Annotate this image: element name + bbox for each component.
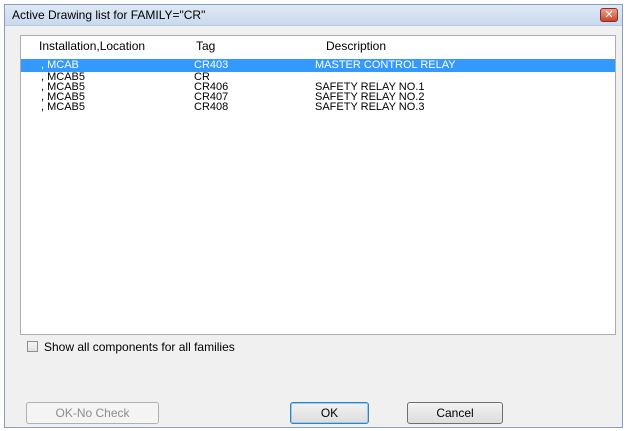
ok-button[interactable]: OK <box>290 402 369 424</box>
ok-no-check-button[interactable]: OK-No Check <box>26 402 159 424</box>
list-header: Installation,Location Tag Description <box>21 36 615 58</box>
table-row[interactable]: , MCAB CR403 MASTER CONTROL RELAY <box>21 59 615 72</box>
row-description: SAFETY RELAY NO.3 <box>315 101 425 113</box>
column-header-description[interactable]: Description <box>326 39 386 53</box>
show-all-label[interactable]: Show all components for all families <box>44 340 235 354</box>
list-rows: , MCAB CR403 MASTER CONTROL RELAY , MCAB… <box>21 59 615 113</box>
column-header-location[interactable]: Installation,Location <box>39 39 145 53</box>
close-icon: ✕ <box>604 8 614 21</box>
close-button[interactable]: ✕ <box>600 8 618 22</box>
show-all-checkbox[interactable] <box>27 341 38 352</box>
title-bar[interactable]: Active Drawing list for FAMILY="CR" ✕ <box>5 5 622 26</box>
column-header-tag[interactable]: Tag <box>196 39 215 53</box>
row-description: MASTER CONTROL RELAY <box>315 59 456 71</box>
drawing-list[interactable]: Installation,Location Tag Description , … <box>20 35 616 335</box>
row-location: , MCAB5 <box>41 101 86 113</box>
table-row[interactable]: , MCAB5 CR408 SAFETY RELAY NO.3 <box>21 101 615 113</box>
window-title: Active Drawing list for FAMILY="CR" <box>12 8 206 22</box>
cancel-button[interactable]: Cancel <box>407 402 503 424</box>
row-tag: CR408 <box>194 101 229 113</box>
dialog-window: Active Drawing list for FAMILY="CR" ✕ In… <box>4 4 623 428</box>
